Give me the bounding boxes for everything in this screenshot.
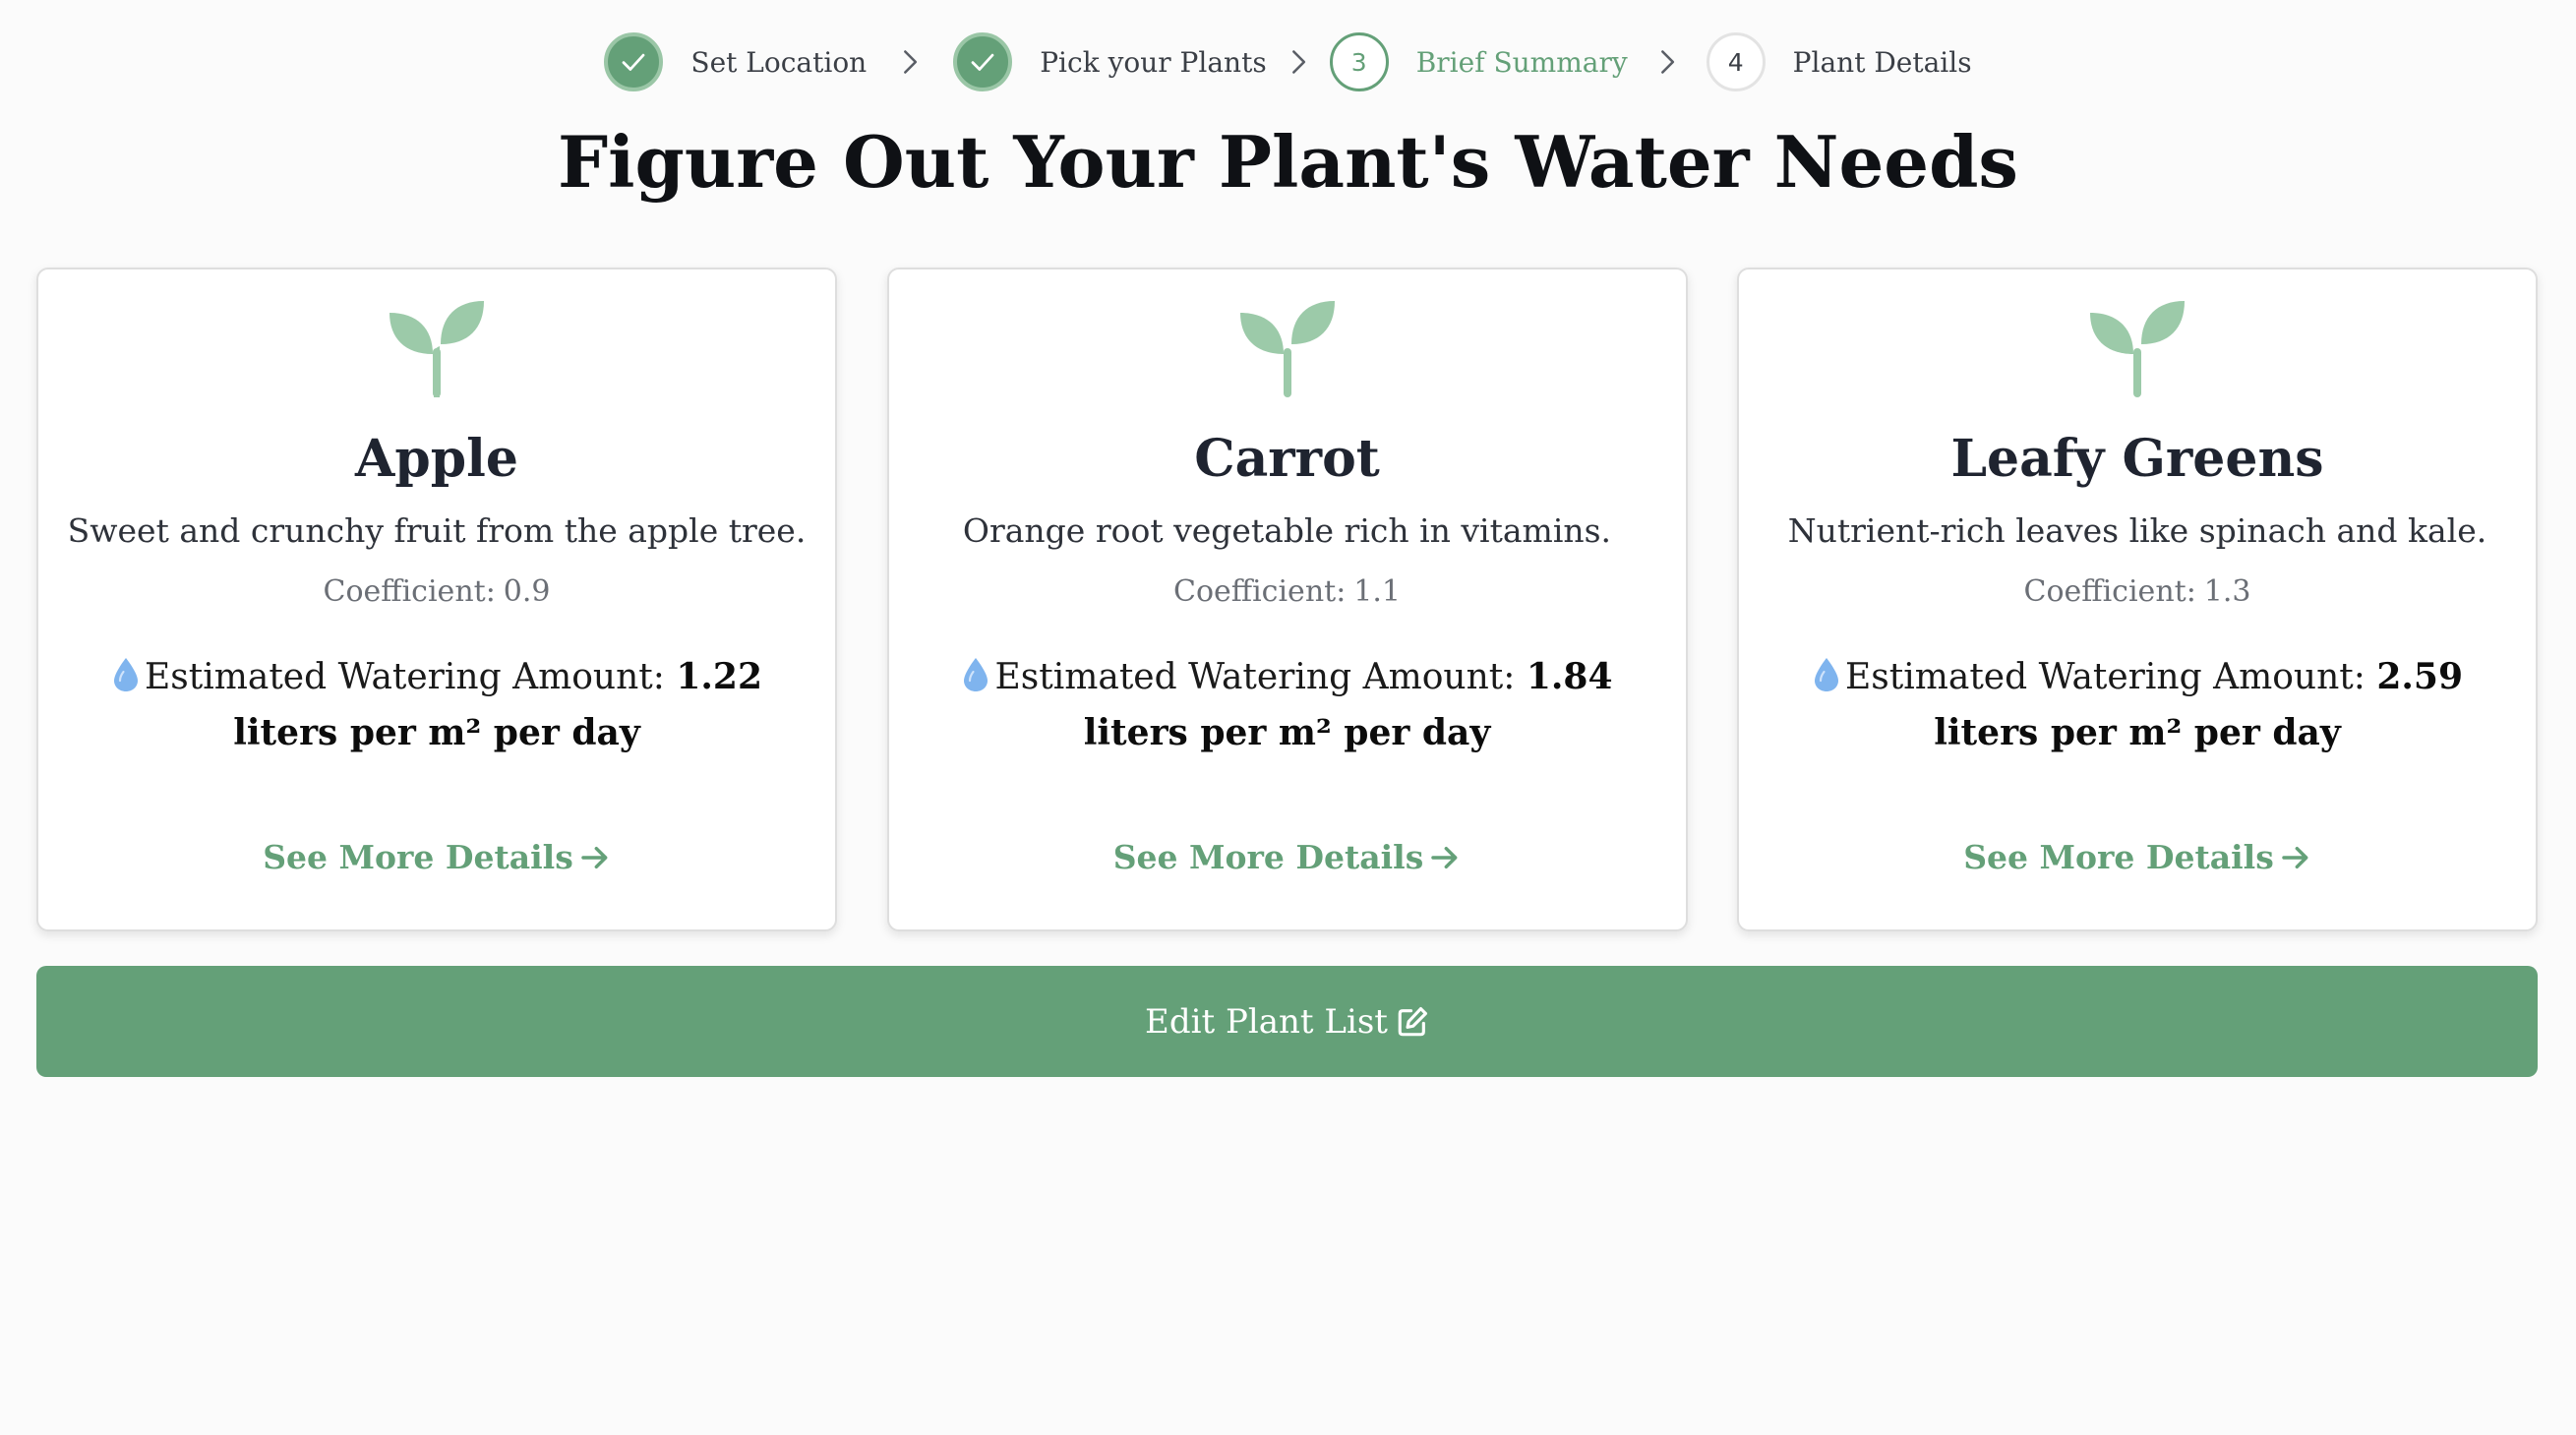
step-set-location[interactable]: Set Location <box>604 32 867 91</box>
step-set-location-status <box>604 32 664 91</box>
plant-card: Carrot Orange root vegetable rich in vit… <box>886 268 1688 931</box>
page-title: Figure Out Your Plant's Water Needs <box>558 120 2018 204</box>
coefficient-label: Coefficient: <box>1172 574 1347 609</box>
sprout-icon <box>389 301 484 397</box>
water-drop-icon <box>964 658 988 691</box>
step-number: 3 <box>1329 32 1389 91</box>
plant-card: Leafy Greens Nutrient-rich leaves like s… <box>1737 268 2538 931</box>
plant-coefficient: Coefficient: 1.1 <box>889 574 1686 609</box>
step-brief-summary[interactable]: 3 Brief Summary <box>1329 32 1628 91</box>
link-label: See More Details <box>1963 838 2274 876</box>
see-more-details-link[interactable]: See More Details <box>38 838 835 876</box>
check-icon <box>623 53 645 71</box>
chevron-right-icon <box>1653 48 1681 76</box>
link-label: See More Details <box>263 838 573 876</box>
coefficient-label: Coefficient: <box>323 574 496 609</box>
plant-coefficient: Coefficient: 1.3 <box>1739 574 2536 609</box>
chevron-right-icon <box>896 48 924 76</box>
step-label: Set Location <box>690 45 868 79</box>
step-plant-details[interactable]: 4 Plant Details <box>1706 32 1972 91</box>
edit-button-label: Edit Plant List <box>1145 1001 1388 1042</box>
coefficient-value: 0.9 <box>503 574 551 609</box>
water-drop-icon <box>1814 658 1838 691</box>
step-pick-plants-status <box>953 32 1013 91</box>
arrow-right-icon <box>1431 846 1458 869</box>
step-label: Pick your Plants <box>1040 45 1267 79</box>
plant-description: Sweet and crunchy fruit from the apple t… <box>67 511 807 550</box>
plant-card: Apple Sweet and crunchy fruit from the a… <box>36 268 837 931</box>
edit-plant-list-button[interactable]: Edit Plant List <box>36 966 2538 1077</box>
plant-name: Apple <box>355 429 518 489</box>
coefficient-value: 1.1 <box>1353 574 1402 609</box>
see-more-details-link[interactable]: See More Details <box>889 838 1686 876</box>
watering-label: Estimated Watering Amount: <box>144 657 665 697</box>
watering-label: Estimated Watering Amount: <box>994 657 1516 697</box>
coefficient-label: Coefficient: <box>2023 574 2196 609</box>
step-number: 4 <box>1706 32 1766 91</box>
watering-estimate: Estimated Watering Amount: 2.59 liters p… <box>1778 649 2496 761</box>
progress-stepper: Set Location Pick your Plants 3 Brief Su… <box>0 28 2576 96</box>
step-label: Plant Details <box>1792 45 1972 79</box>
sprout-icon <box>2090 301 2185 397</box>
plant-description: Orange root vegetable rich in vitamins. <box>962 511 1612 550</box>
watering-estimate: Estimated Watering Amount: 1.84 liters p… <box>929 649 1647 761</box>
arrow-right-icon <box>581 846 608 869</box>
watering-label: Estimated Watering Amount: <box>1844 657 2366 697</box>
water-drop-icon <box>113 658 138 691</box>
plant-cards: Apple Sweet and crunchy fruit from the a… <box>36 268 2538 931</box>
plant-description: Nutrient-rich leaves like spinach and ka… <box>1787 511 2487 550</box>
arrow-right-icon <box>2282 846 2308 869</box>
plant-coefficient: Coefficient: 0.9 <box>38 574 835 609</box>
plant-name: Carrot <box>1194 429 1380 489</box>
see-more-details-link[interactable]: See More Details <box>1739 838 2536 876</box>
chevron-right-icon <box>1285 48 1312 76</box>
watering-estimate: Estimated Watering Amount: 1.22 liters p… <box>78 649 796 761</box>
sprout-icon <box>1239 301 1335 397</box>
link-label: See More Details <box>1112 838 1424 876</box>
check-icon <box>971 53 994 71</box>
coefficient-value: 1.3 <box>2203 574 2251 609</box>
step-label: Brief Summary <box>1415 45 1628 79</box>
plant-name: Leafy Greens <box>1950 429 2324 489</box>
step-pick-plants[interactable]: Pick your Plants <box>953 32 1267 91</box>
edit-icon <box>1398 1006 1427 1036</box>
